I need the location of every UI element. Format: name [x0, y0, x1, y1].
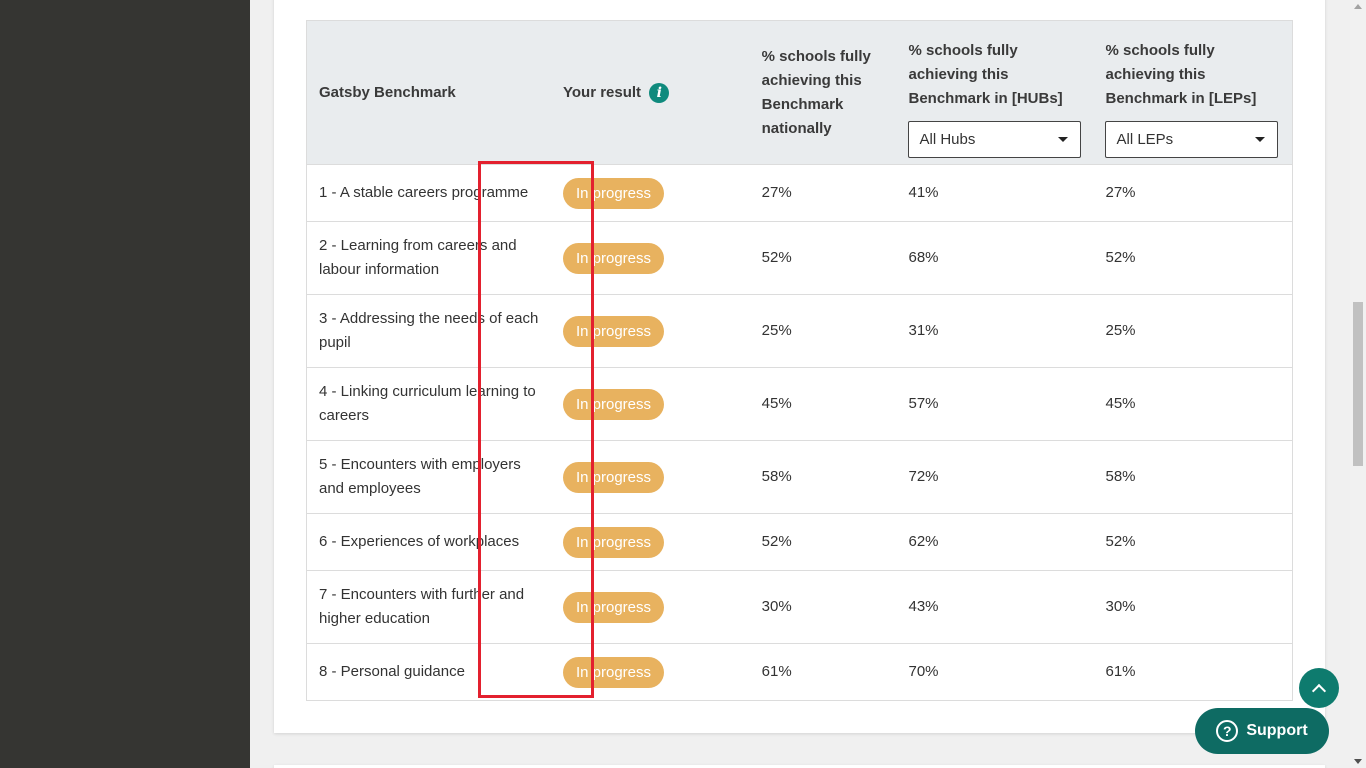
status-badge: In progress — [562, 656, 665, 688]
question-icon: ? — [1216, 720, 1239, 742]
national-value: 52% — [749, 513, 897, 571]
result-cell: In progress — [550, 294, 750, 368]
support-label: Support — [1246, 722, 1308, 739]
status-badge: In progress — [562, 315, 665, 347]
hubs-value: 62% — [896, 513, 1094, 571]
header-hubs: % schools fully achieving this Benchmark… — [896, 20, 1094, 165]
header-leps-label: % schools fully achieving this Benchmark… — [1105, 42, 1257, 107]
benchmark-name: 4 - Linking curriculum learning to caree… — [306, 367, 551, 441]
national-value: 27% — [749, 164, 897, 222]
national-value: 61% — [749, 643, 897, 701]
benchmark-name: 3 - Addressing the needs of each pupil — [306, 294, 551, 368]
result-cell: In progress — [550, 643, 750, 701]
table-row: 1 - A stable careers programme In progre… — [306, 164, 1293, 222]
header-leps: % schools fully achieving this Benchmark… — [1093, 20, 1293, 165]
info-icon[interactable]: i — [649, 82, 670, 103]
table-row: 7 - Encounters with further and higher e… — [306, 570, 1293, 644]
national-value: 58% — [749, 440, 897, 514]
result-cell: In progress — [550, 367, 750, 441]
main-content: Gatsby Benchmark Your result i % schools… — [250, 0, 1350, 768]
table-row: 6 - Experiences of workplaces In progres… — [306, 513, 1293, 571]
status-badge: In progress — [562, 242, 665, 274]
result-cell: In progress — [550, 570, 750, 644]
leps-value: 45% — [1093, 367, 1293, 441]
benchmark-name: 6 - Experiences of workplaces — [306, 513, 551, 571]
table-header-row: Gatsby Benchmark Your result i % schools… — [306, 20, 1293, 165]
hubs-value: 72% — [896, 440, 1094, 514]
back-to-top-button[interactable] — [1299, 668, 1339, 708]
leps-value: 25% — [1093, 294, 1293, 368]
result-cell: In progress — [550, 164, 750, 222]
status-badge: In progress — [562, 526, 665, 558]
benchmark-name: 2 - Learning from careers and labour inf… — [306, 221, 551, 295]
caret-down-icon — [1058, 137, 1069, 142]
benchmark-table: Gatsby Benchmark Your result i % schools… — [306, 20, 1293, 701]
hubs-value: 70% — [896, 643, 1094, 701]
table-row: 2 - Learning from careers and labour inf… — [306, 221, 1293, 295]
table-row: 8 - Personal guidance In progress 61% 70… — [306, 643, 1293, 701]
hubs-value: 68% — [896, 221, 1094, 295]
benchmark-name: 1 - A stable careers programme — [306, 164, 551, 222]
header-gatsby-benchmark: Gatsby Benchmark — [306, 20, 551, 165]
hubs-select-value: All Hubs — [919, 131, 976, 148]
status-badge: In progress — [562, 461, 665, 493]
benchmark-name: 7 - Encounters with further and higher e… — [306, 570, 551, 644]
result-cell: In progress — [550, 513, 750, 571]
scroll-down-arrow-icon[interactable] — [1354, 759, 1362, 764]
national-value: 25% — [749, 294, 897, 368]
header-national: % schools fully achieving this Benchmark… — [749, 20, 897, 165]
result-cell: In progress — [550, 440, 750, 514]
status-badge: In progress — [562, 388, 665, 420]
leps-value: 30% — [1093, 570, 1293, 644]
header-your-result-label: Your result — [562, 83, 642, 101]
status-badge: In progress — [562, 591, 665, 623]
support-button[interactable]: ? Support — [1195, 708, 1329, 754]
status-badge: In progress — [562, 177, 665, 209]
leps-select-value: All LEPs — [1116, 131, 1174, 148]
leps-value: 58% — [1093, 440, 1293, 514]
result-cell: In progress — [550, 221, 750, 295]
national-value: 45% — [749, 367, 897, 441]
left-panel — [0, 0, 250, 768]
leps-value: 27% — [1093, 164, 1293, 222]
leps-value: 52% — [1093, 513, 1293, 571]
scroll-thumb[interactable] — [1353, 302, 1363, 466]
hubs-select[interactable]: All Hubs — [908, 121, 1082, 158]
leps-value: 52% — [1093, 221, 1293, 295]
benchmark-name: 5 - Encounters with employers and employ… — [306, 440, 551, 514]
chevron-up-icon — [1311, 683, 1327, 698]
benchmark-card: Gatsby Benchmark Your result i % schools… — [274, 0, 1325, 733]
header-your-result: Your result i — [550, 20, 750, 165]
benchmark-name: 8 - Personal guidance — [306, 643, 551, 701]
national-value: 30% — [749, 570, 897, 644]
hubs-value: 31% — [896, 294, 1094, 368]
caret-down-icon — [1255, 137, 1266, 142]
leps-value: 61% — [1093, 643, 1293, 701]
hubs-value: 57% — [896, 367, 1094, 441]
national-value: 52% — [749, 221, 897, 295]
header-hubs-label: % schools fully achieving this Benchmark… — [908, 42, 1063, 107]
table-row: 3 - Addressing the needs of each pupil I… — [306, 294, 1293, 368]
table-row: 5 - Encounters with employers and employ… — [306, 440, 1293, 514]
table-row: 4 - Linking curriculum learning to caree… — [306, 367, 1293, 441]
scroll-up-arrow-icon[interactable] — [1354, 4, 1362, 9]
hubs-value: 41% — [896, 164, 1094, 222]
page-scrollbar[interactable] — [1350, 0, 1366, 768]
leps-select[interactable]: All LEPs — [1105, 121, 1279, 158]
hubs-value: 43% — [896, 570, 1094, 644]
